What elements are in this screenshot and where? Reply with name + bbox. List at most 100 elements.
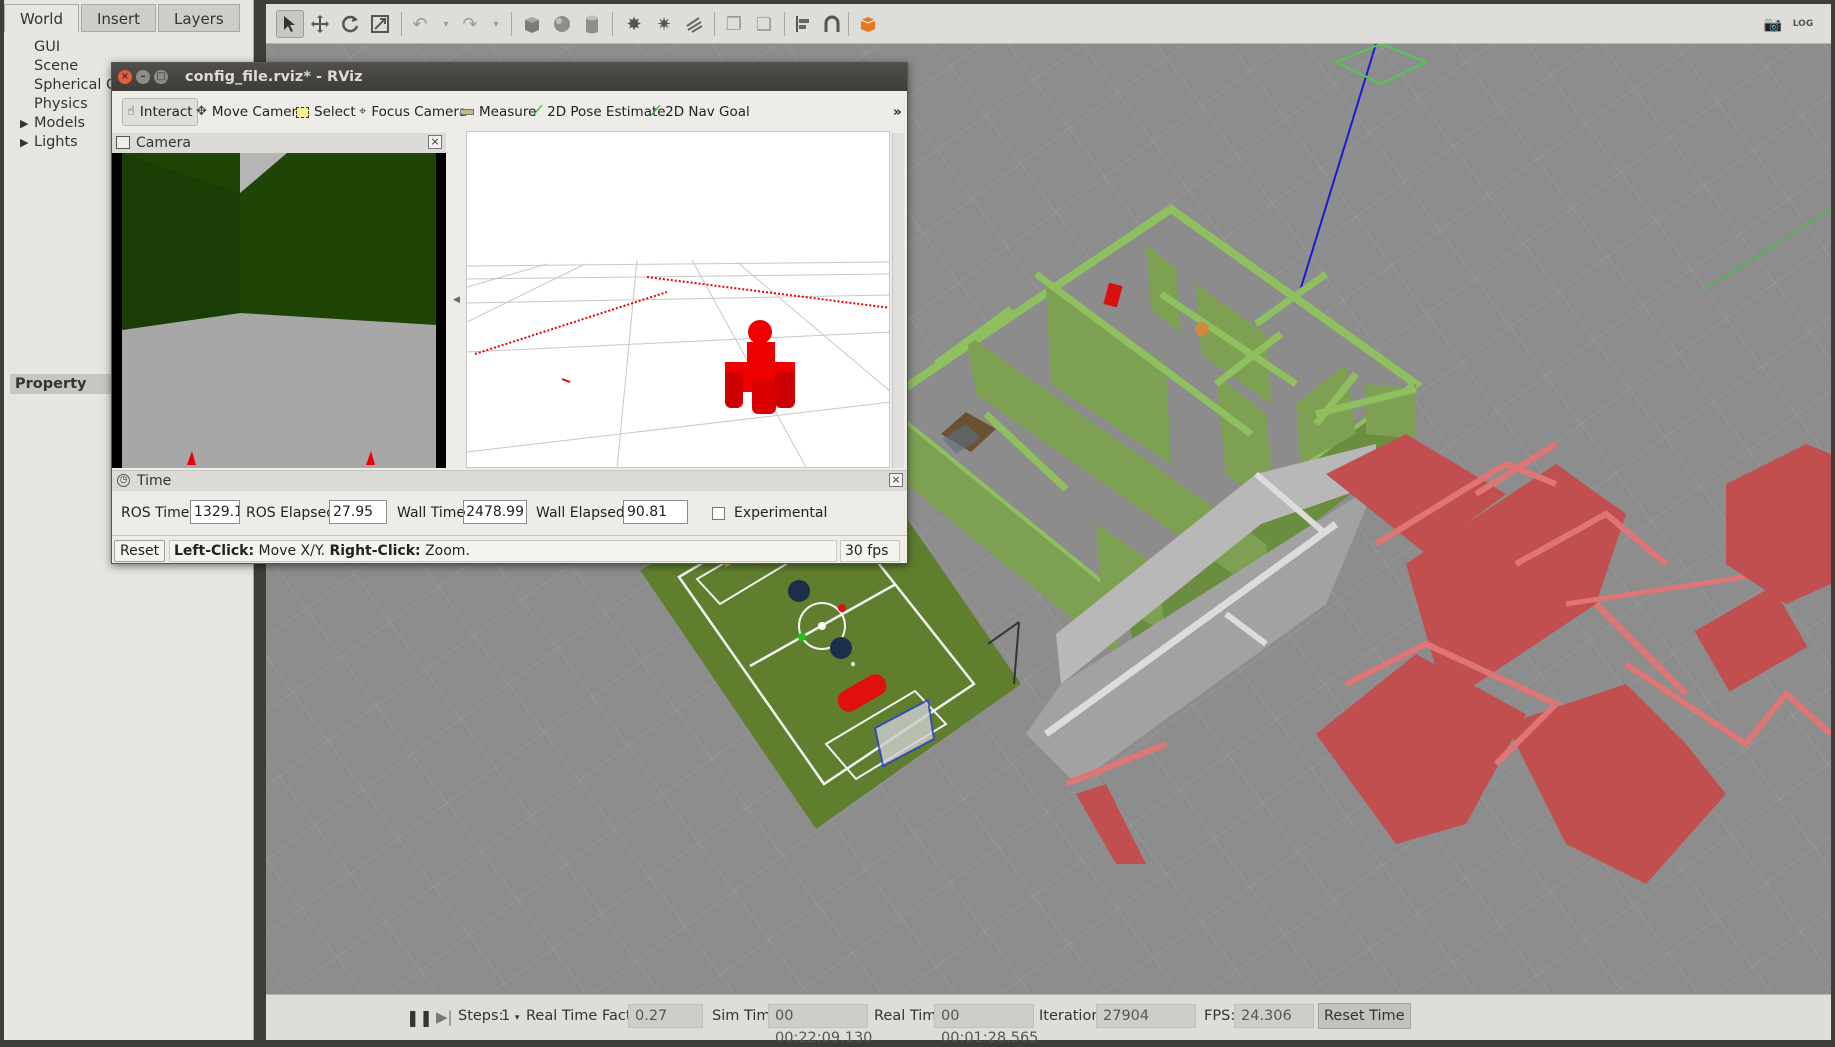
redo-icon[interactable]: ↷ — [456, 10, 484, 38]
align-icon[interactable] — [790, 10, 818, 38]
log-icon[interactable]: LOG — [1789, 10, 1817, 38]
rotate-icon[interactable] — [336, 10, 364, 38]
experimental-label: Experimental — [734, 505, 828, 521]
toolbar-separator — [848, 12, 849, 36]
expand-arrow-icon[interactable]: ▶ — [20, 114, 28, 133]
main-toolbar: ↶ ▾ ↷ ▾ ✸ ✷ ❐ ❏ 📷 LOG — [266, 4, 1831, 44]
tree-item-label: GUI — [34, 39, 61, 55]
clock-icon: ◷ — [117, 474, 130, 487]
gazebo-window: World Insert Layers GUI Scene Spherical … — [0, 0, 1835, 1047]
rviz-3d-view[interactable] — [466, 131, 890, 468]
tree-item-label: Models — [34, 115, 86, 131]
experimental-checkbox[interactable] — [712, 507, 725, 520]
box-icon[interactable] — [518, 10, 546, 38]
tool-2d-nav-goal[interactable]: ⟋ 2D Nav Goal — [651, 98, 750, 126]
spot-light-icon[interactable]: ✷ — [650, 10, 678, 38]
camera-image — [112, 153, 446, 468]
tool-label: Interact — [139, 104, 193, 120]
close-panel-icon[interactable]: × — [428, 135, 442, 149]
tab-insert[interactable]: Insert — [81, 4, 157, 32]
wall-elapsed-label: Wall Elapsed: — [536, 505, 630, 521]
status-hint: Left-Click: Move X/Y. Right-Click: Zoom. — [169, 540, 837, 562]
point-light-icon[interactable]: ✸ — [620, 10, 648, 38]
tool-label: Move Camera — [211, 104, 306, 120]
translate-icon[interactable] — [306, 10, 334, 38]
change-view-icon[interactable] — [854, 10, 882, 38]
toolbar-separator — [612, 12, 613, 36]
real-time-field: 00 00:01:28.565 — [934, 1004, 1038, 1046]
toolbar-overflow-button[interactable]: » — [893, 98, 902, 126]
simulation-status-bar: ❚❚ ▶| Steps: 1 ▾ Real Time Factor: 0.27 … — [266, 994, 1831, 1046]
screenshot-icon[interactable]: 📷 — [1759, 10, 1787, 38]
close-panel-icon[interactable]: × — [889, 473, 903, 487]
rtf-field: 0.27 — [628, 1004, 703, 1028]
tab-layers[interactable]: Layers — [158, 4, 240, 32]
ruler-icon — [460, 109, 474, 115]
camera-icon — [116, 136, 130, 149]
ros-elapsed-field[interactable]: 27.95 — [329, 500, 387, 524]
sphere-icon[interactable] — [548, 10, 576, 38]
steps-value: 1 — [501, 1008, 511, 1024]
tool-focus-camera[interactable]: ⌖ Focus Camera — [359, 98, 467, 126]
maximize-icon[interactable]: □ — [154, 70, 168, 84]
left-click-action: Move X/Y. — [258, 543, 326, 559]
splitter-left-arrow-icon[interactable]: ◀ — [453, 295, 460, 305]
focus-icon: ⌖ — [359, 104, 367, 119]
fps-label: FPS: — [1204, 1008, 1236, 1024]
camera-panel-header[interactable]: Camera × — [112, 133, 446, 153]
close-icon[interactable]: × — [118, 70, 132, 84]
tool-measure[interactable]: Measure — [460, 98, 536, 126]
fps-readout: 30 fps — [840, 540, 900, 562]
scale-icon[interactable] — [366, 10, 394, 38]
paste-icon[interactable]: ❏ — [750, 10, 778, 38]
right-click-label: Right-Click: — [329, 543, 421, 559]
time-panel-title: Time — [137, 473, 172, 489]
directional-light-icon[interactable] — [680, 10, 708, 38]
tool-label: Measure — [479, 104, 537, 120]
wall-time-label: Wall Time: — [397, 505, 470, 521]
green-arrow-icon: ⟋ — [533, 104, 543, 119]
minimize-icon[interactable]: – — [136, 70, 150, 84]
tool-interact[interactable]: ☝ Interact — [122, 98, 198, 126]
camera-panel: Camera × — [112, 133, 446, 468]
rviz-toolbar: ☝ Interact ✥ Move Camera Select ⌖ Focus Cam… — [112, 91, 907, 131]
toolbar-separator — [714, 12, 715, 36]
ros-time-field[interactable]: 1329.18 — [190, 500, 240, 524]
undo-icon[interactable]: ↶ — [406, 10, 434, 38]
cylinder-icon[interactable] — [578, 10, 606, 38]
iterations-field: 27904 — [1096, 1004, 1196, 1028]
expand-arrow-icon[interactable]: ▶ — [20, 133, 28, 152]
rviz-status-bar: Reset Left-Click: Move X/Y. Right-Click:… — [112, 535, 907, 563]
toolbar-separator — [401, 12, 402, 36]
sim-time-field: 00 00:22:09.130 — [768, 1004, 872, 1046]
steps-spinner[interactable]: 1 ▾ — [501, 1008, 519, 1024]
rviz-scrollbar[interactable] — [892, 133, 904, 468]
wall-time-field[interactable]: 52478.99 — [463, 500, 527, 524]
step-icon[interactable]: ▶| — [436, 1008, 453, 1026]
tree-item-gui[interactable]: GUI — [4, 38, 254, 57]
select-arrow-icon[interactable] — [276, 10, 304, 38]
hand-icon: ☝ — [127, 104, 135, 119]
tool-label: Select — [314, 104, 356, 120]
green-arrow-icon: ⟋ — [651, 104, 661, 119]
wall-elapsed-field[interactable]: 90.81 — [623, 500, 688, 524]
ros-elapsed-label: ROS Elapsed: — [246, 505, 340, 521]
tool-move-camera[interactable]: ✥ Move Camera — [196, 98, 305, 126]
tool-label: 2D Pose Estimate — [547, 104, 666, 120]
rviz-titlebar[interactable]: × – □ config_file.rviz* - RViz — [112, 63, 907, 91]
tool-2d-pose-estimate[interactable]: ⟋ 2D Pose Estimate — [533, 98, 666, 126]
tree-item-label: Scene — [34, 58, 79, 74]
reset-time-button[interactable]: Reset Time — [1318, 1003, 1411, 1029]
redo-history-icon[interactable]: ▾ — [482, 10, 510, 38]
pause-icon[interactable]: ❚❚ — [406, 1008, 433, 1027]
time-panel-header[interactable]: ◷ Time × — [112, 471, 907, 491]
spinner-arrow-icon[interactable]: ▾ — [515, 1013, 520, 1023]
copy-icon[interactable]: ❐ — [720, 10, 748, 38]
snap-icon[interactable] — [818, 10, 846, 38]
rviz-render — [467, 132, 889, 467]
tool-select[interactable]: Select — [296, 98, 356, 126]
select-box-icon — [296, 106, 309, 118]
tab-world[interactable]: World — [4, 4, 79, 32]
time-panel: ◷ Time × ROS Time: 1329.18 ROS Elapsed: … — [112, 470, 907, 535]
reset-button[interactable]: Reset — [114, 540, 166, 562]
